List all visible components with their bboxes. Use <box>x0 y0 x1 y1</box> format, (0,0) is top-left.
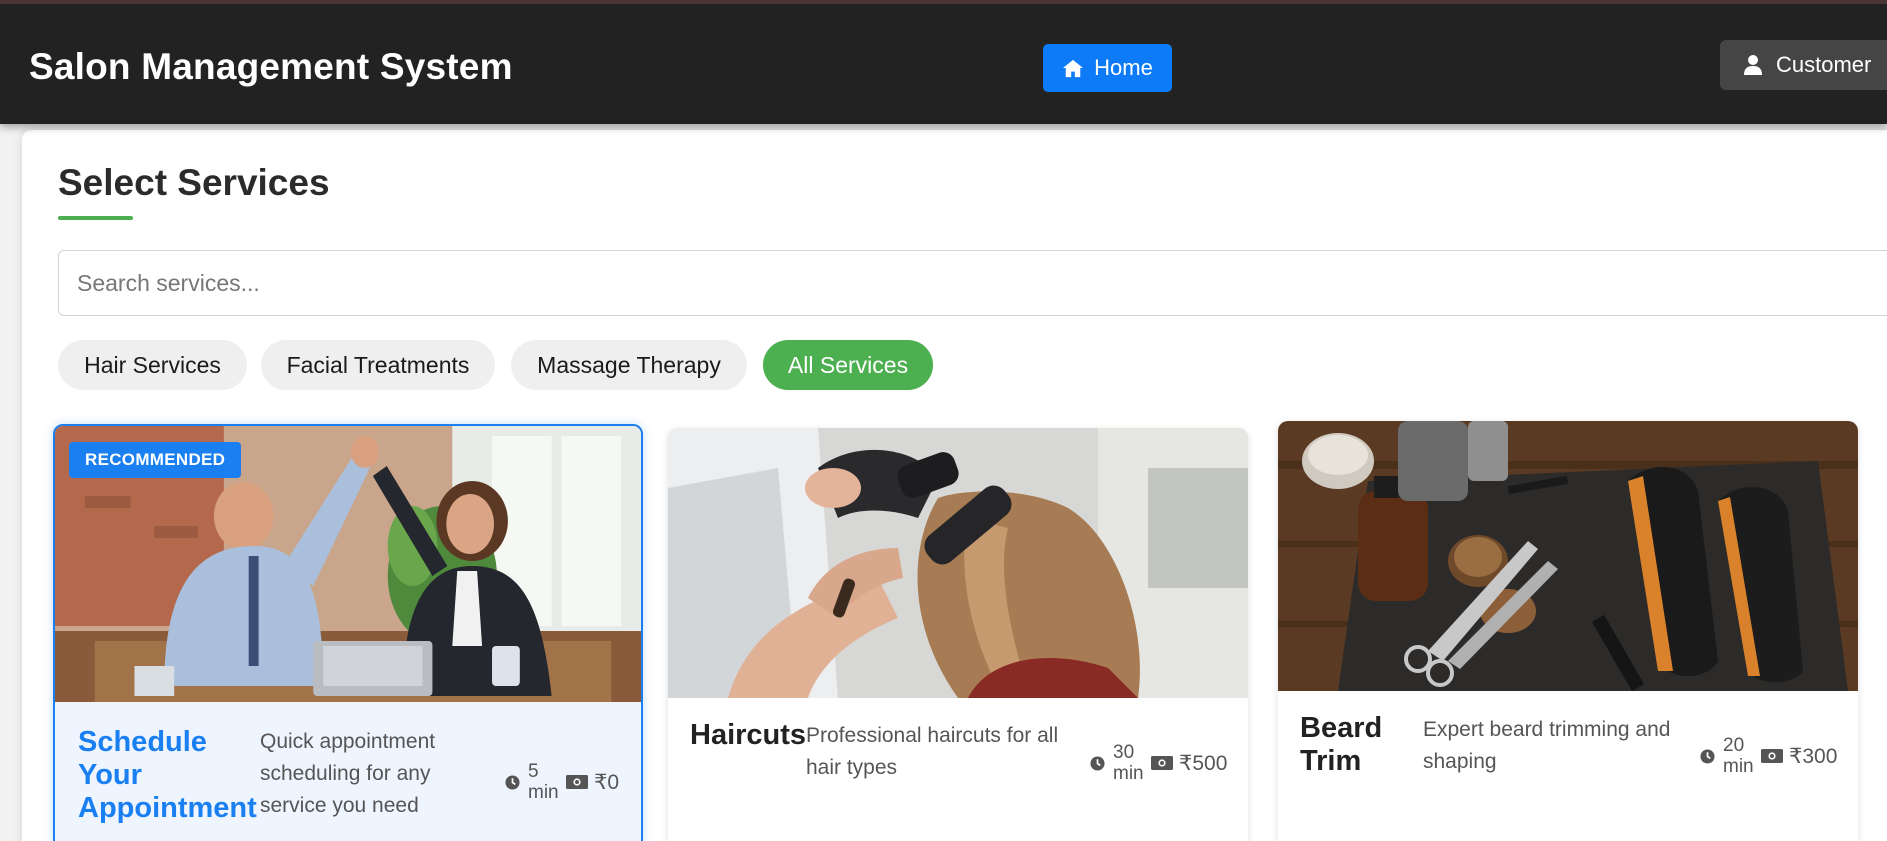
service-meta: 30 min ₹500 <box>1090 742 1227 784</box>
service-price: ₹0 <box>594 770 620 794</box>
category-chip-massage-therapy[interactable]: Massage Therapy <box>511 340 747 390</box>
service-card-haircuts[interactable]: Haircuts Professional haircuts for all h… <box>668 428 1248 841</box>
home-button-label: Home <box>1094 55 1153 80</box>
category-chip-all-services[interactable]: All Services <box>763 340 933 390</box>
service-price: ₹300 <box>1789 744 1838 768</box>
category-chip-hair-services[interactable]: Hair Services <box>58 340 247 390</box>
clock-icon <box>1700 748 1715 764</box>
service-name: Haircuts <box>690 719 807 751</box>
service-name: Beard Trim <box>1300 712 1383 777</box>
recommended-badge: RECOMMENDED <box>69 442 242 478</box>
category-chip-label: Facial Treatments <box>286 351 470 378</box>
duration-value: 20 <box>1723 735 1745 756</box>
money-icon <box>1151 756 1173 770</box>
title-underline <box>58 216 133 220</box>
duration-unit: min <box>528 782 559 803</box>
home-icon <box>1063 59 1084 78</box>
page-title: Select Services <box>58 162 330 203</box>
service-name: Schedule Your Appointment <box>78 726 257 824</box>
user-menu-label: Customer <box>1776 52 1872 77</box>
duration-unit: min <box>1723 756 1754 777</box>
money-icon <box>566 775 588 789</box>
service-duration: 30 min <box>1113 742 1147 784</box>
service-meta: 20 min ₹300 <box>1700 735 1837 777</box>
service-duration: 5 min <box>528 761 562 803</box>
user-icon <box>1744 55 1762 75</box>
money-icon <box>1761 749 1783 763</box>
service-description: Professional haircuts for all hair types <box>806 724 1059 779</box>
category-chip-facial-treatments[interactable]: Facial Treatments <box>261 340 495 390</box>
duration-unit: min <box>1113 763 1144 784</box>
duration-value: 30 <box>1113 742 1135 763</box>
service-image-hair-drying <box>668 428 1248 698</box>
clock-icon <box>505 774 520 790</box>
service-description: Quick appointment scheduling for any ser… <box>260 730 436 817</box>
service-image-barber-tools <box>1278 421 1858 691</box>
service-card-beard-trim[interactable]: Beard Trim Expert beard trimming and sha… <box>1278 421 1858 841</box>
category-chip-label: Hair Services <box>84 351 221 378</box>
service-card-schedule-appointment[interactable]: RECOMMENDED Schedule Your Appointment Qu… <box>53 424 643 841</box>
app-title: Salon Management System <box>29 46 513 87</box>
service-meta: 5 min ₹0 <box>505 761 619 803</box>
category-chip-label: All Services <box>787 351 909 378</box>
clock-icon <box>1090 755 1105 771</box>
top-navbar: Salon Management System Home Customer <box>0 0 1887 124</box>
service-description: Expert beard trimming and shaping <box>1423 718 1671 773</box>
home-button[interactable]: Home <box>1043 44 1172 92</box>
duration-value: 5 <box>528 761 539 782</box>
category-chip-label: Massage Therapy <box>537 351 721 378</box>
service-duration: 20 min <box>1723 735 1757 777</box>
search-input[interactable] <box>58 250 1887 316</box>
service-price: ₹500 <box>1179 751 1228 775</box>
user-menu-button[interactable]: Customer <box>1720 40 1887 90</box>
